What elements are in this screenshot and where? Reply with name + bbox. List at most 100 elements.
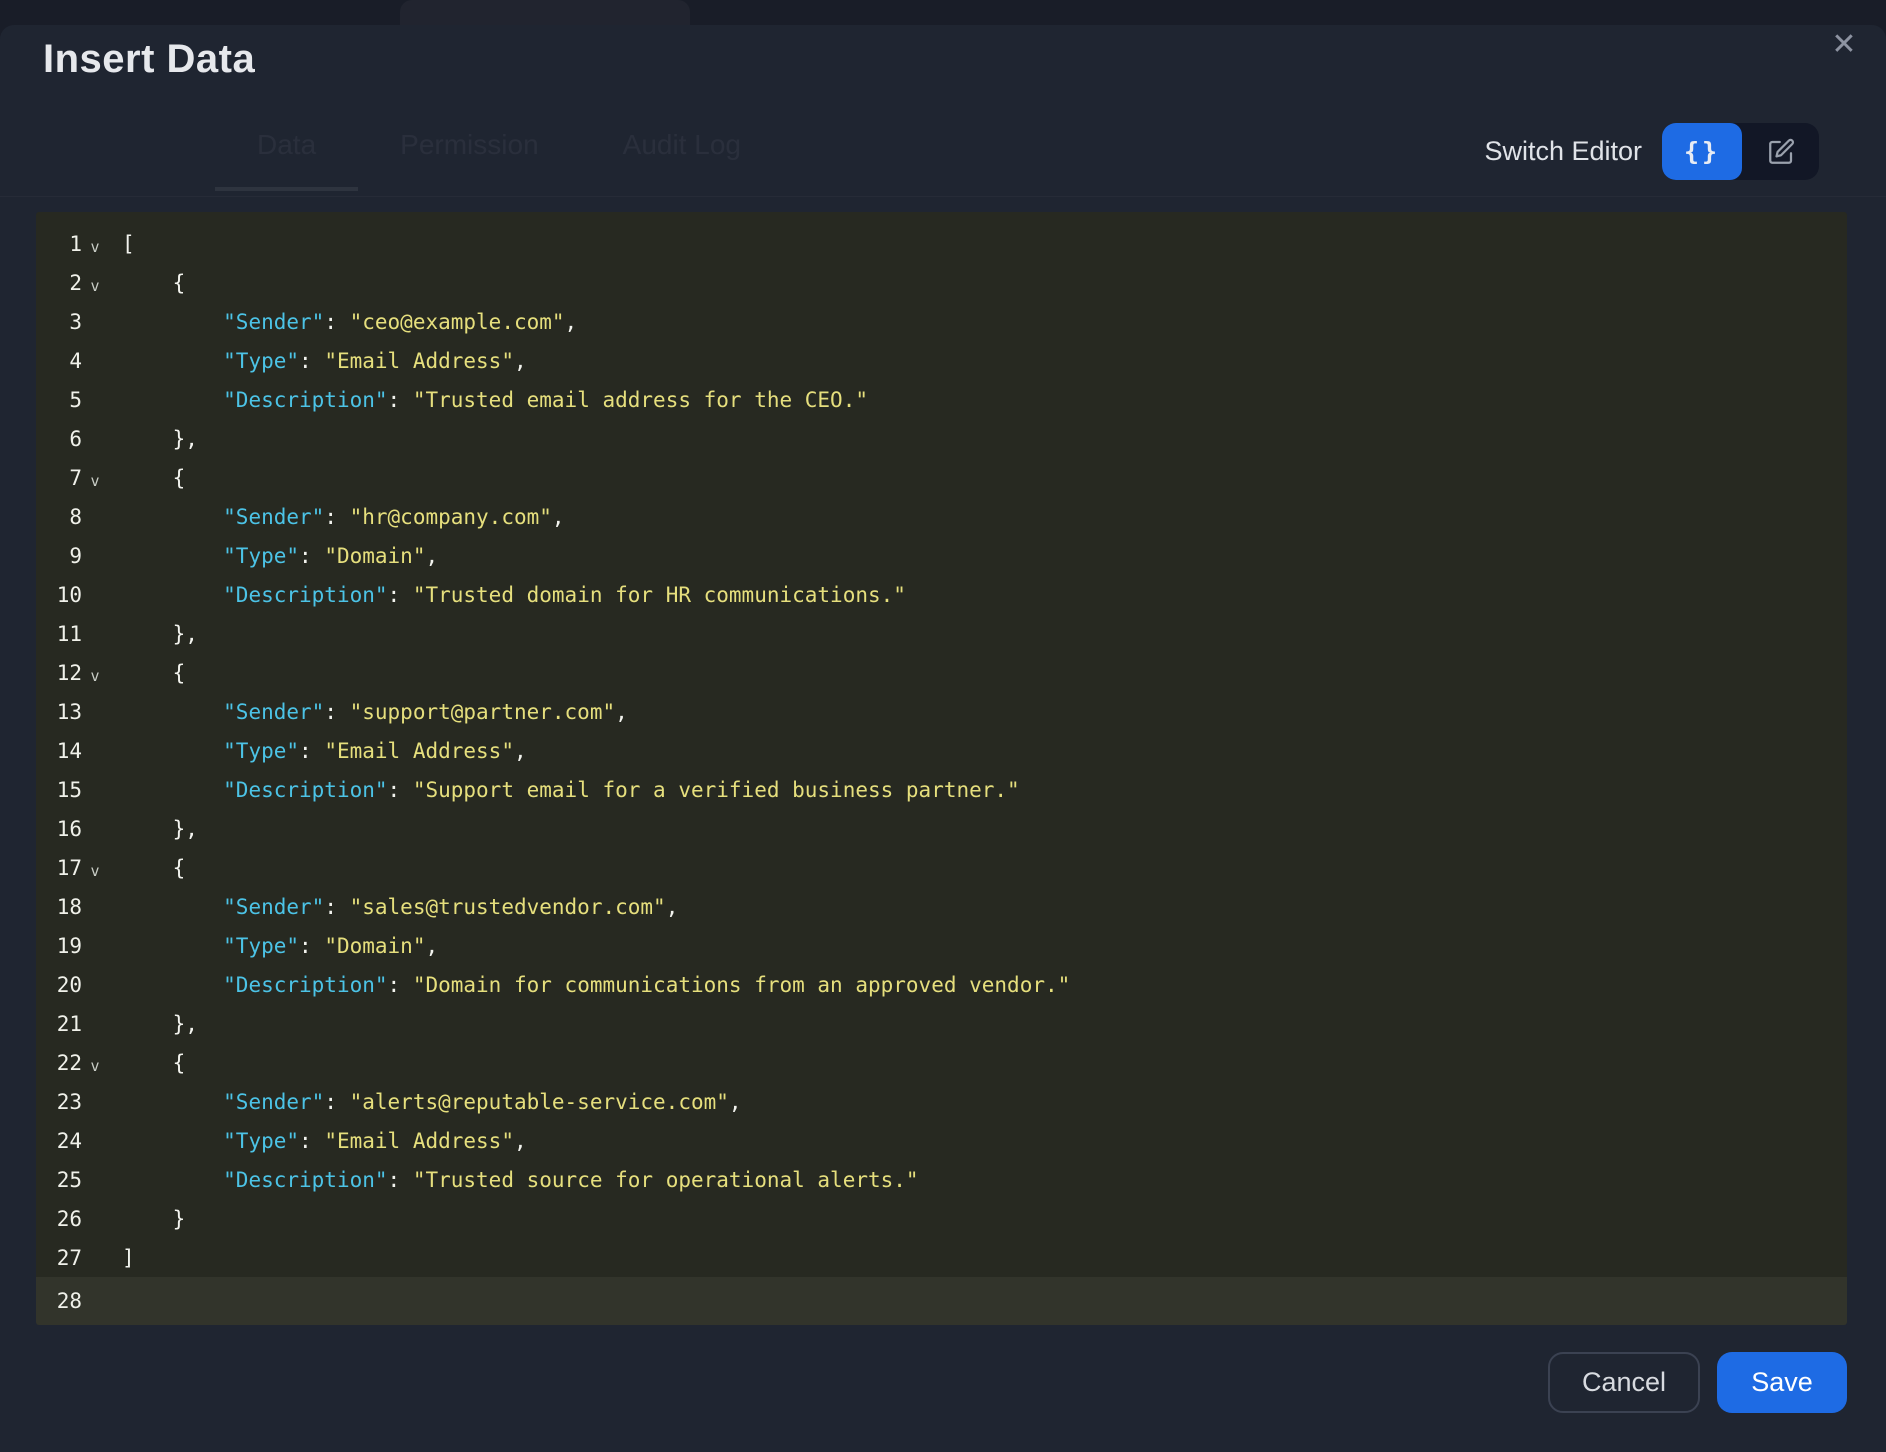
fold-spacer xyxy=(82,552,108,559)
code-line-18[interactable]: 18 "Sender": "sales@trustedvendor.com", xyxy=(36,887,1847,926)
json-punctuation: : xyxy=(299,934,324,958)
code-line-25[interactable]: 25 "Description": "Trusted source for op… xyxy=(36,1160,1847,1199)
fold-toggle-icon[interactable]: v xyxy=(82,855,108,880)
code-line-26[interactable]: 26 } xyxy=(36,1199,1847,1238)
code-line-24[interactable]: 24 "Type": "Email Address", xyxy=(36,1121,1847,1160)
json-punctuation: { xyxy=(122,466,185,490)
line-number: 4 xyxy=(36,349,82,373)
fold-toggle-icon[interactable]: v xyxy=(82,660,108,685)
code-line-16[interactable]: 16 }, xyxy=(36,809,1847,848)
code-line-27[interactable]: 27] xyxy=(36,1238,1847,1277)
json-punctuation xyxy=(122,583,223,607)
code-line-8[interactable]: 8 "Sender": "hr@company.com", xyxy=(36,497,1847,536)
json-punctuation: } xyxy=(122,1207,185,1231)
code-line-20[interactable]: 20 "Description": "Domain for communicat… xyxy=(36,965,1847,1004)
code-line-21[interactable]: 21 }, xyxy=(36,1004,1847,1043)
json-punctuation: : xyxy=(299,1129,324,1153)
fold-spacer xyxy=(82,1298,108,1305)
json-punctuation: , xyxy=(514,1129,527,1153)
json-key: "Description" xyxy=(223,778,387,802)
code-line-1[interactable]: 1v[ xyxy=(36,224,1847,263)
code-line-3[interactable]: 3 "Sender": "ceo@example.com", xyxy=(36,302,1847,341)
json-string: "Domain" xyxy=(324,934,425,958)
line-number: 11 xyxy=(36,622,82,646)
dialog-title: Insert Data xyxy=(43,37,255,82)
json-punctuation xyxy=(122,1129,223,1153)
code-line-13[interactable]: 13 "Sender": "support@partner.com", xyxy=(36,692,1847,731)
code-text: }, xyxy=(108,427,198,451)
json-punctuation: [ xyxy=(122,232,135,256)
line-number: 17 xyxy=(36,856,82,880)
tab-permission: Permission xyxy=(358,129,580,187)
cancel-button[interactable]: Cancel xyxy=(1548,1352,1700,1413)
code-line-17[interactable]: 17v { xyxy=(36,848,1847,887)
code-text: { xyxy=(108,661,185,685)
json-punctuation xyxy=(122,895,223,919)
json-punctuation: , xyxy=(425,934,438,958)
json-key: "Sender" xyxy=(223,310,324,334)
fold-toggle-icon[interactable]: v xyxy=(82,270,108,295)
code-text: "Description": "Trusted source for opera… xyxy=(108,1168,919,1192)
code-line-7[interactable]: 7v { xyxy=(36,458,1847,497)
json-punctuation: , xyxy=(552,505,565,529)
json-string: "Trusted email address for the CEO." xyxy=(413,388,868,412)
code-editor-mode-button[interactable]: {} xyxy=(1662,123,1742,180)
json-string: "Support email for a verified business p… xyxy=(413,778,1020,802)
fold-spacer xyxy=(82,1254,108,1261)
json-punctuation: }, xyxy=(122,817,198,841)
code-line-4[interactable]: 4 "Type": "Email Address", xyxy=(36,341,1847,380)
json-punctuation: : xyxy=(299,739,324,763)
fold-spacer xyxy=(82,903,108,910)
fold-spacer xyxy=(82,513,108,520)
code-line-5[interactable]: 5 "Description": "Trusted email address … xyxy=(36,380,1847,419)
background-tabbar: Data Permission Audit Log xyxy=(215,129,783,191)
json-punctuation: : xyxy=(324,895,349,919)
line-number: 2 xyxy=(36,271,82,295)
code-line-14[interactable]: 14 "Type": "Email Address", xyxy=(36,731,1847,770)
code-line-28[interactable]: 28 xyxy=(36,1277,1847,1325)
save-button[interactable]: Save xyxy=(1717,1352,1847,1413)
code-text: "Sender": "ceo@example.com", xyxy=(108,310,577,334)
fold-toggle-icon[interactable]: v xyxy=(82,465,108,490)
code-line-6[interactable]: 6 }, xyxy=(36,419,1847,458)
json-string: "Trusted domain for HR communications." xyxy=(413,583,906,607)
fold-toggle-icon[interactable]: v xyxy=(82,1050,108,1075)
code-text: { xyxy=(108,466,185,490)
code-line-9[interactable]: 9 "Type": "Domain", xyxy=(36,536,1847,575)
fold-toggle-icon[interactable]: v xyxy=(82,231,108,256)
form-editor-mode-button[interactable] xyxy=(1742,123,1819,180)
json-key: "Type" xyxy=(223,739,299,763)
code-text: }, xyxy=(108,1012,198,1036)
code-text: "Sender": "sales@trustedvendor.com", xyxy=(108,895,678,919)
close-button[interactable]: ✕ xyxy=(1820,21,1868,69)
code-text: }, xyxy=(108,817,198,841)
code-line-11[interactable]: 11 }, xyxy=(36,614,1847,653)
json-punctuation: , xyxy=(425,544,438,568)
json-string: "Domain for communications from an appro… xyxy=(413,973,1070,997)
code-line-12[interactable]: 12v { xyxy=(36,653,1847,692)
line-number: 15 xyxy=(36,778,82,802)
json-punctuation: : xyxy=(388,388,413,412)
code-line-10[interactable]: 10 "Description": "Trusted domain for HR… xyxy=(36,575,1847,614)
json-key: "Description" xyxy=(223,388,387,412)
json-key: "Sender" xyxy=(223,895,324,919)
json-key: "Description" xyxy=(223,973,387,997)
json-punctuation: , xyxy=(514,739,527,763)
line-number: 26 xyxy=(36,1207,82,1231)
line-number: 21 xyxy=(36,1012,82,1036)
code-text: "Sender": "support@partner.com", xyxy=(108,700,628,724)
code-line-23[interactable]: 23 "Sender": "alerts@reputable-service.c… xyxy=(36,1082,1847,1121)
line-number: 14 xyxy=(36,739,82,763)
fold-spacer xyxy=(82,435,108,442)
code-line-2[interactable]: 2v { xyxy=(36,263,1847,302)
json-code-editor[interactable]: 1v[2v {3 "Sender": "ceo@example.com",4 "… xyxy=(36,212,1847,1325)
code-line-19[interactable]: 19 "Type": "Domain", xyxy=(36,926,1847,965)
code-line-15[interactable]: 15 "Description": "Support email for a v… xyxy=(36,770,1847,809)
line-number: 3 xyxy=(36,310,82,334)
tab-audit-log: Audit Log xyxy=(581,129,783,187)
code-line-22[interactable]: 22v { xyxy=(36,1043,1847,1082)
code-text: "Description": "Support email for a veri… xyxy=(108,778,1020,802)
code-text: "Description": "Domain for communication… xyxy=(108,973,1070,997)
json-punctuation: : xyxy=(299,349,324,373)
json-string: "Email Address" xyxy=(324,739,514,763)
